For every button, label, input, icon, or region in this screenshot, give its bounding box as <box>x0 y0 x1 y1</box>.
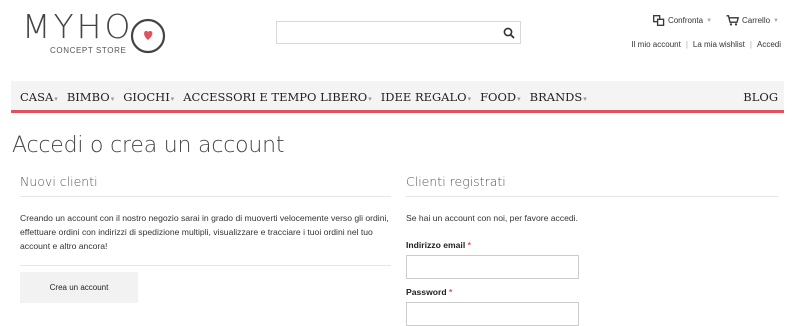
compare-label: Confronta <box>667 16 704 25</box>
link-separator: | <box>685 40 688 49</box>
compare-icon <box>652 15 665 26</box>
account-links: Il mio account | La mia wishlist | Acced… <box>631 40 781 49</box>
link-separator: | <box>749 40 752 49</box>
nav-item-giochi[interactable]: GIOCHI▾ <box>123 90 174 104</box>
nav-item-brands[interactable]: BRANDS▾ <box>530 90 587 104</box>
nav-item-idee-regalo[interactable]: IDEE REGALO▾ <box>381 90 471 104</box>
nav-item-bimbo[interactable]: BIMBO▾ <box>67 90 114 104</box>
my-account-link[interactable]: Il mio account <box>631 40 680 49</box>
cart-link[interactable]: Carrello ▼ <box>726 15 779 26</box>
nav-label: BIMBO <box>66 90 110 104</box>
compare-link[interactable]: Confronta ▼ <box>652 15 713 26</box>
main-nav: CASA▾ BIMBO▾ GIOCHI▾ ACCESSORI E TEMPO L… <box>11 81 784 113</box>
nav-item-casa[interactable]: CASA▾ <box>20 90 58 104</box>
logo-subtitle: CONCEPT STORE <box>50 46 127 55</box>
registered-customers-section: Clienti registrati Se hai un account con… <box>406 174 778 326</box>
wishlist-link[interactable]: La mia wishlist <box>693 40 745 49</box>
divider <box>20 265 391 266</box>
nav-item-food[interactable]: FOOD▾ <box>480 90 521 104</box>
password-label: Password * <box>406 287 778 297</box>
chevron-down-icon: ▾ <box>368 96 372 103</box>
chevron-down-icon: ▾ <box>110 96 115 103</box>
required-mark: * <box>467 240 471 250</box>
cart-label: Carrello <box>742 16 771 25</box>
search-bar <box>276 21 521 44</box>
create-account-button[interactable]: Crea un account <box>20 272 138 303</box>
registered-customers-text: Se hai un account con noi, per favore ac… <box>406 213 578 223</box>
email-label: Indirizzo email * <box>406 240 778 250</box>
new-customers-title: Nuovi clienti <box>20 174 391 197</box>
chevron-down-icon: ▾ <box>517 96 521 103</box>
nav-label: ACCESSORI E TEMPO LIBERO <box>183 90 368 104</box>
nav-label: GIOCHI <box>123 90 170 104</box>
nav-label: IDEE REGALO <box>380 90 467 104</box>
chevron-down-icon: ▾ <box>170 96 175 103</box>
page-title: Accedi o crea un account <box>12 133 285 158</box>
logo-text: MYHO <box>22 7 134 46</box>
email-label-text: Indirizzo email <box>406 240 466 250</box>
logo[interactable]: MYHO CONCEPT STORE <box>22 7 166 58</box>
new-customers-section: Nuovi clienti Creando un account con il … <box>20 174 391 303</box>
top-links: Confronta ▼ Carrello ▼ <box>652 15 779 26</box>
password-label-text: Password <box>406 287 447 297</box>
password-field[interactable] <box>406 302 579 326</box>
required-mark: * <box>449 287 453 297</box>
search-icon[interactable] <box>502 26 516 40</box>
nav-label: BRANDS <box>529 90 583 104</box>
chevron-down-icon: ▾ <box>583 96 587 103</box>
header: MYHO CONCEPT STORE Confronta ▼ Carrello … <box>0 0 800 80</box>
email-field[interactable] <box>406 255 579 279</box>
heart-icon <box>130 18 166 54</box>
chevron-down-icon: ▾ <box>54 96 58 103</box>
login-link[interactable]: Accedi <box>757 40 781 49</box>
nav-label: FOOD <box>480 90 517 104</box>
nav-label: CASA <box>20 90 54 104</box>
registered-customers-title: Clienti registrati <box>406 174 778 197</box>
cart-icon <box>726 15 740 26</box>
chevron-down-icon: ▼ <box>706 17 713 24</box>
nav-item-blog[interactable]: BLOG <box>743 81 778 113</box>
chevron-down-icon: ▾ <box>467 96 472 103</box>
chevron-down-icon: ▼ <box>773 17 779 24</box>
nav-item-accessori[interactable]: ACCESSORI E TEMPO LIBERO▾ <box>183 90 371 104</box>
search-input[interactable] <box>277 22 497 43</box>
new-customers-text: Creando un account con il nostro negozio… <box>20 213 389 251</box>
